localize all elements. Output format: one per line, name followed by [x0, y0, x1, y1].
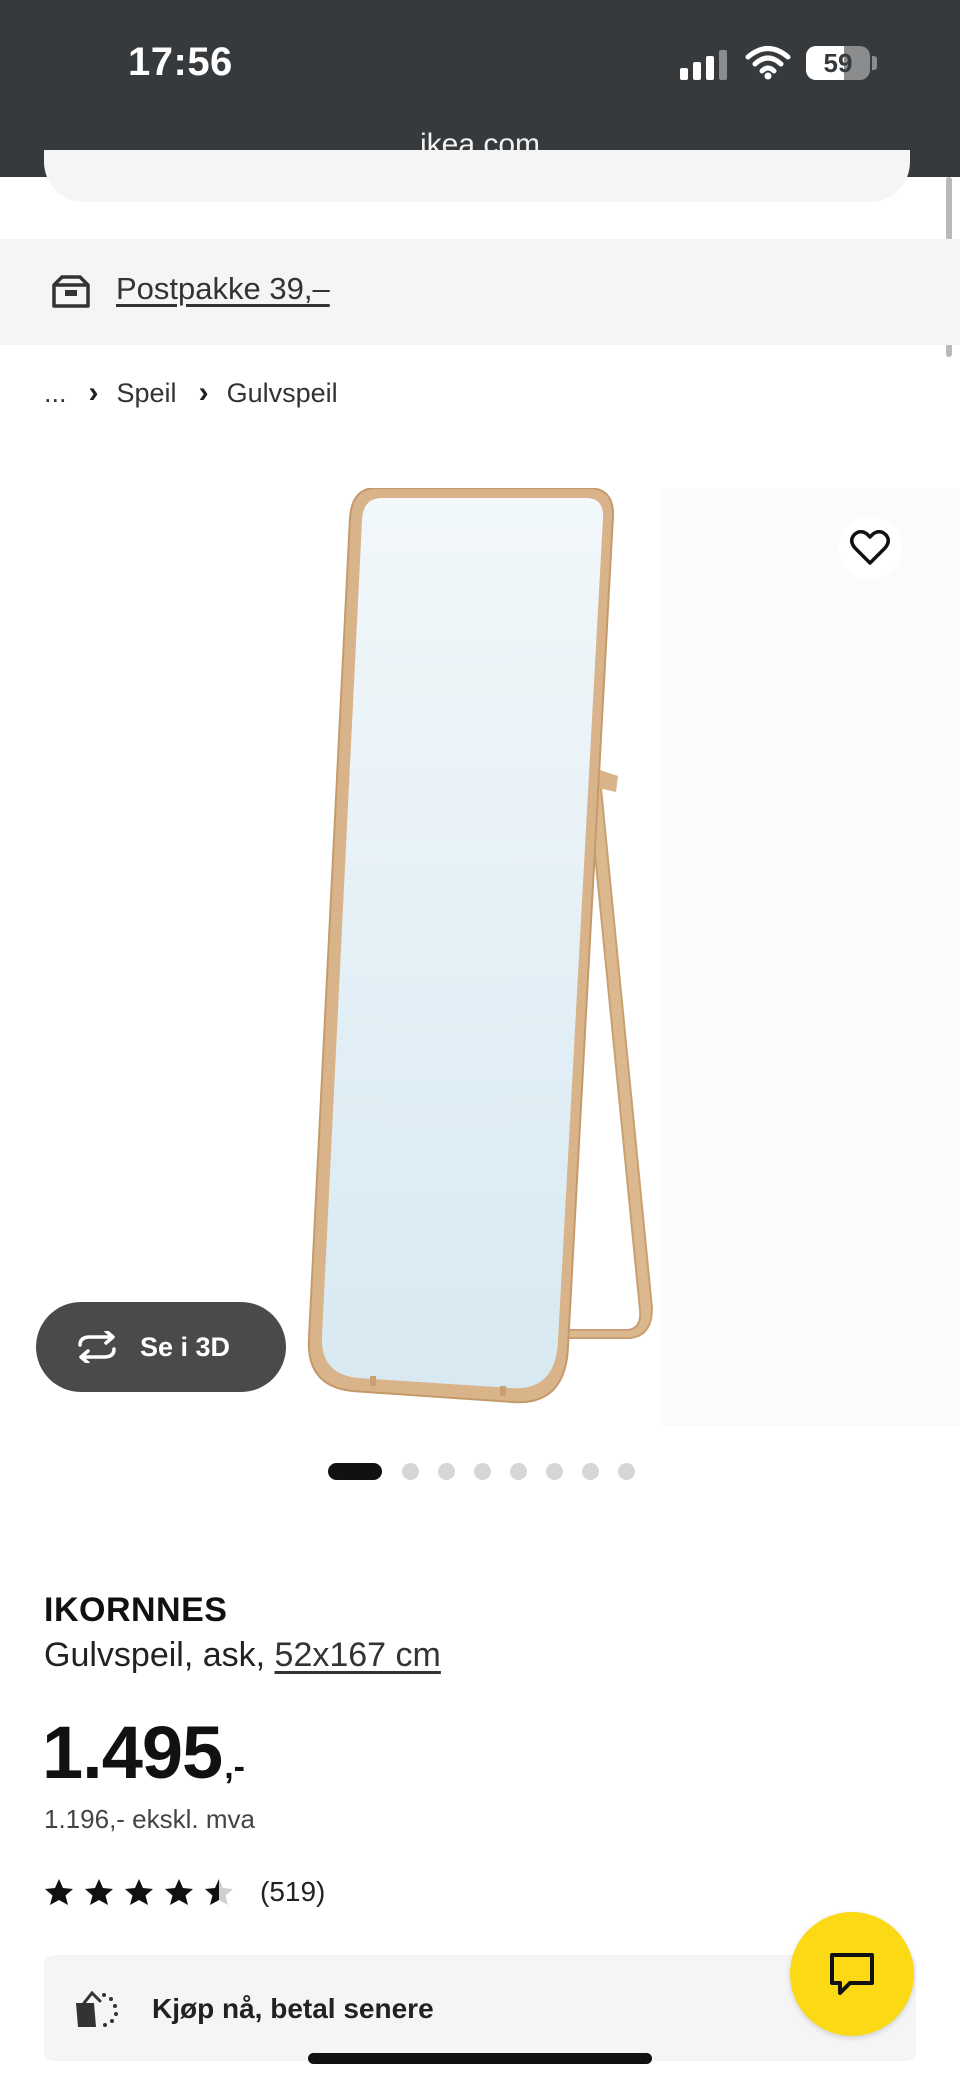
view-in-3d-button[interactable]: Se i 3D [36, 1302, 286, 1392]
battery-tip [872, 56, 877, 70]
carousel-dot[interactable] [402, 1463, 419, 1480]
carousel-dot-active[interactable] [328, 1463, 382, 1480]
chat-button[interactable] [790, 1912, 914, 2036]
price-suffix: ,- [224, 1748, 245, 1786]
product-rating[interactable]: (519) [44, 1876, 325, 1908]
price-main: 1.495 [42, 1711, 223, 1794]
breadcrumb: ... › Speil › Gulvspeil [44, 376, 338, 410]
delivery-link[interactable]: Postpakke 39,– [116, 271, 330, 307]
carousel-dot[interactable] [546, 1463, 563, 1480]
product-description-text: Gulvspeil, ask, [44, 1636, 275, 1674]
chevron-right-icon: › [198, 376, 209, 409]
status-time: 17:56 [128, 40, 233, 84]
breadcrumb-item-speil[interactable]: Speil [117, 378, 177, 409]
star-icon [125, 1879, 153, 1905]
carousel-dot[interactable] [510, 1463, 527, 1480]
half-star-icon [205, 1879, 233, 1905]
breadcrumb-ellipsis[interactable]: ... [44, 378, 67, 409]
rating-stars [44, 1878, 244, 1906]
wifi-icon [745, 46, 791, 80]
breadcrumb-item-gulvspeil[interactable]: Gulvspeil [227, 378, 338, 409]
star-icon [165, 1879, 193, 1905]
price-excl-vat: 1.196,- ekskl. mva [44, 1804, 255, 1834]
chat-bubble-icon [830, 1953, 874, 1995]
rating-count[interactable]: (519) [260, 1876, 325, 1908]
home-indicator[interactable] [308, 2053, 652, 2064]
product-size-link[interactable]: 52x167 cm [275, 1636, 441, 1674]
battery-icon: 59 [806, 46, 870, 80]
payment-split-icon [76, 1990, 118, 2027]
product-image[interactable] [0, 488, 960, 1426]
cellular-signal-icon [680, 50, 727, 80]
product-price: 1.495 ,- [42, 1710, 245, 1795]
buy-now-pay-later-label: Kjøp nå, betal senere [152, 1993, 434, 2024]
chevron-right-icon: › [88, 376, 99, 409]
search-bar-remnant[interactable] [44, 150, 910, 202]
heart-icon [850, 530, 890, 565]
rotate-3d-icon [74, 1331, 120, 1363]
image-carousel-dots [328, 1463, 654, 1480]
mirror-illustration [307, 488, 654, 1404]
star-icon [45, 1879, 73, 1905]
carousel-dot[interactable] [618, 1463, 635, 1480]
carousel-dot[interactable] [438, 1463, 455, 1480]
carousel-dot[interactable] [474, 1463, 491, 1480]
buy-now-pay-later-banner[interactable]: Kjøp nå, betal senere [44, 1955, 916, 2061]
favourite-button[interactable] [838, 516, 902, 580]
delivery-banner: Postpakke 39,– [0, 239, 960, 345]
star-icon [85, 1879, 113, 1905]
product-name: IKORNNES [44, 1591, 228, 1629]
product-description: Gulvspeil, ask, 52x167 cm [44, 1636, 441, 1675]
carousel-dot[interactable] [582, 1463, 599, 1480]
battery-percentage: 59 [823, 48, 853, 78]
view-in-3d-label: Se i 3D [140, 1331, 231, 1362]
delivery-box-icon [52, 275, 90, 308]
